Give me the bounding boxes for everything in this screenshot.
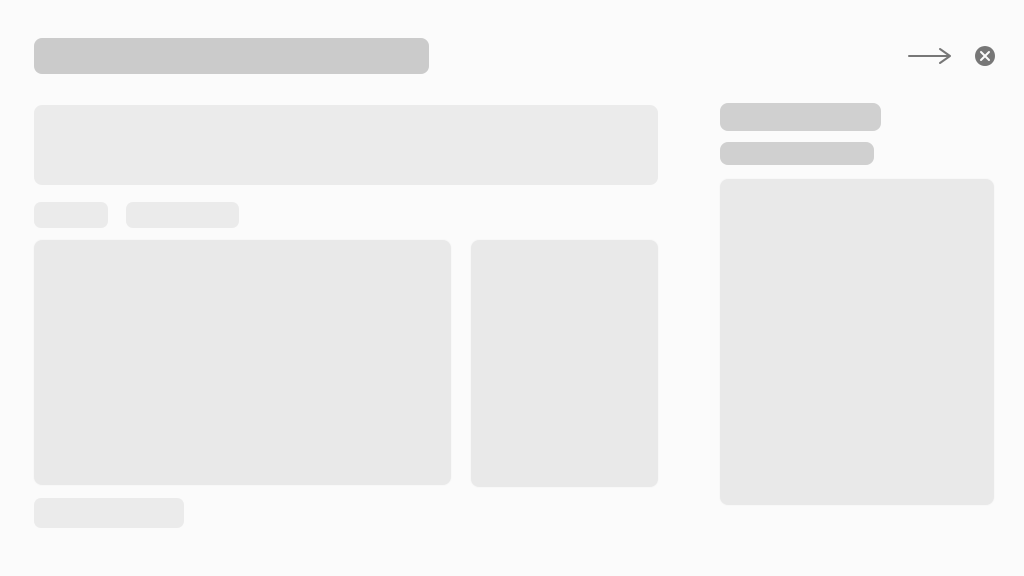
header-title-skeleton bbox=[34, 38, 429, 74]
hero-card-skeleton bbox=[34, 105, 658, 185]
next-arrow-button[interactable] bbox=[903, 42, 957, 70]
skeleton-page bbox=[0, 0, 1024, 576]
aside-title-skeleton bbox=[720, 103, 881, 131]
close-icon bbox=[975, 46, 995, 66]
aside-subtitle-skeleton bbox=[720, 142, 874, 165]
filter-chip-skeleton[interactable] bbox=[126, 202, 239, 228]
next-arrow-icon bbox=[908, 48, 951, 64]
filter-chip-skeleton[interactable] bbox=[34, 202, 108, 228]
side-card-skeleton bbox=[471, 240, 658, 487]
close-button[interactable] bbox=[970, 41, 1000, 71]
footer-action-skeleton[interactable] bbox=[34, 498, 184, 528]
content-card-skeleton bbox=[34, 240, 451, 485]
aside-preview-card-skeleton bbox=[720, 179, 994, 505]
